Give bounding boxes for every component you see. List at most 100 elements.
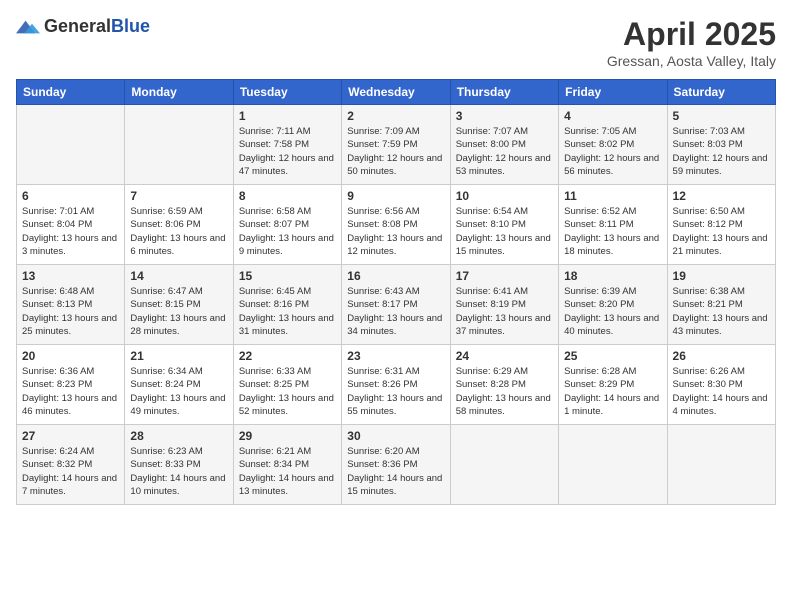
weekday-header: Sunday <box>17 80 125 105</box>
calendar-cell <box>559 425 667 505</box>
day-number: 22 <box>239 349 336 363</box>
calendar-cell: 11 Sunrise: 6:52 AMSunset: 8:11 PMDayligh… <box>559 185 667 265</box>
page-header: GeneralBlue April 2025 Gressan, Aosta Va… <box>16 16 776 69</box>
calendar-cell <box>450 425 558 505</box>
day-number: 13 <box>22 269 119 283</box>
day-number: 17 <box>456 269 553 283</box>
day-info: Sunrise: 6:47 AMSunset: 8:15 PMDaylight:… <box>130 285 227 338</box>
calendar-cell: 3 Sunrise: 7:07 AMSunset: 8:00 PMDaylight… <box>450 105 558 185</box>
calendar-cell: 5 Sunrise: 7:03 AMSunset: 8:03 PMDaylight… <box>667 105 775 185</box>
calendar-cell: 8 Sunrise: 6:58 AMSunset: 8:07 PMDaylight… <box>233 185 341 265</box>
day-info: Sunrise: 6:58 AMSunset: 8:07 PMDaylight:… <box>239 205 336 258</box>
day-number: 28 <box>130 429 227 443</box>
day-number: 8 <box>239 189 336 203</box>
day-number: 2 <box>347 109 444 123</box>
day-number: 19 <box>673 269 770 283</box>
month-title: April 2025 <box>607 16 776 53</box>
calendar-cell <box>17 105 125 185</box>
calendar-week-row: 6 Sunrise: 7:01 AMSunset: 8:04 PMDaylight… <box>17 185 776 265</box>
day-info: Sunrise: 7:03 AMSunset: 8:03 PMDaylight:… <box>673 125 770 178</box>
calendar-cell: 10Sunrise: 6:54 AMSunset: 8:10 PMDayligh… <box>450 185 558 265</box>
day-info: Sunrise: 6:56 AMSunset: 8:08 PMDaylight:… <box>347 205 444 258</box>
calendar-cell: 30 Sunrise: 6:20 AMSunset: 8:36 PMDayligh… <box>342 425 450 505</box>
weekday-header: Monday <box>125 80 233 105</box>
logo-general: General <box>44 16 111 36</box>
location-title: Gressan, Aosta Valley, Italy <box>607 53 776 69</box>
day-info: Sunrise: 6:50 AMSunset: 8:12 PMDaylight:… <box>673 205 770 258</box>
day-info: Sunrise: 7:09 AMSunset: 7:59 PMDaylight:… <box>347 125 444 178</box>
calendar-cell: 17Sunrise: 6:41 AMSunset: 8:19 PMDayligh… <box>450 265 558 345</box>
day-number: 29 <box>239 429 336 443</box>
day-info: Sunrise: 6:39 AMSunset: 8:20 PMDaylight:… <box>564 285 661 338</box>
day-info: Sunrise: 6:38 AMSunset: 8:21 PMDaylight:… <box>673 285 770 338</box>
day-number: 25 <box>564 349 661 363</box>
day-info: Sunrise: 7:01 AMSunset: 8:04 PMDaylight:… <box>22 205 119 258</box>
day-info: Sunrise: 6:31 AMSunset: 8:26 PMDaylight:… <box>347 365 444 418</box>
calendar-cell: 29 Sunrise: 6:21 AMSunset: 8:34 PMDayligh… <box>233 425 341 505</box>
calendar-cell: 2 Sunrise: 7:09 AMSunset: 7:59 PMDaylight… <box>342 105 450 185</box>
weekday-header-row: SundayMondayTuesdayWednesdayThursdayFrid… <box>17 80 776 105</box>
calendar-cell: 26 Sunrise: 6:26 AMSunset: 8:30 PMDayligh… <box>667 345 775 425</box>
calendar-cell: 25 Sunrise: 6:28 AMSunset: 8:29 PMDayligh… <box>559 345 667 425</box>
calendar-cell: 7Sunrise: 6:59 AMSunset: 8:06 PMDaylight… <box>125 185 233 265</box>
day-number: 1 <box>239 109 336 123</box>
day-info: Sunrise: 7:11 AMSunset: 7:58 PMDaylight:… <box>239 125 336 178</box>
day-number: 24 <box>456 349 553 363</box>
calendar-table: SundayMondayTuesdayWednesdayThursdayFrid… <box>16 79 776 505</box>
day-number: 11 <box>564 189 661 203</box>
day-info: Sunrise: 6:21 AMSunset: 8:34 PMDaylight:… <box>239 445 336 498</box>
day-info: Sunrise: 6:26 AMSunset: 8:30 PMDaylight:… <box>673 365 770 418</box>
day-info: Sunrise: 6:34 AMSunset: 8:24 PMDaylight:… <box>130 365 227 418</box>
day-info: Sunrise: 6:20 AMSunset: 8:36 PMDaylight:… <box>347 445 444 498</box>
calendar-week-row: 27 Sunrise: 6:24 AMSunset: 8:32 PMDayligh… <box>17 425 776 505</box>
day-number: 3 <box>456 109 553 123</box>
weekday-header: Thursday <box>450 80 558 105</box>
day-number: 26 <box>673 349 770 363</box>
logo-icon <box>16 17 40 37</box>
day-number: 15 <box>239 269 336 283</box>
calendar-week-row: 1 Sunrise: 7:11 AMSunset: 7:58 PMDaylight… <box>17 105 776 185</box>
calendar-cell: 12 Sunrise: 6:50 AMSunset: 8:12 PMDayligh… <box>667 185 775 265</box>
day-number: 23 <box>347 349 444 363</box>
calendar-cell <box>125 105 233 185</box>
calendar-cell: 22Sunrise: 6:33 AMSunset: 8:25 PMDayligh… <box>233 345 341 425</box>
weekday-header: Friday <box>559 80 667 105</box>
day-info: Sunrise: 6:48 AMSunset: 8:13 PMDaylight:… <box>22 285 119 338</box>
day-number: 27 <box>22 429 119 443</box>
day-info: Sunrise: 7:07 AMSunset: 8:00 PMDaylight:… <box>456 125 553 178</box>
day-info: Sunrise: 6:52 AMSunset: 8:11 PMDaylight:… <box>564 205 661 258</box>
day-info: Sunrise: 6:24 AMSunset: 8:32 PMDaylight:… <box>22 445 119 498</box>
day-number: 6 <box>22 189 119 203</box>
weekday-header: Saturday <box>667 80 775 105</box>
day-number: 12 <box>673 189 770 203</box>
day-info: Sunrise: 6:36 AMSunset: 8:23 PMDaylight:… <box>22 365 119 418</box>
day-number: 21 <box>130 349 227 363</box>
weekday-header: Tuesday <box>233 80 341 105</box>
logo: GeneralBlue <box>16 16 150 37</box>
day-info: Sunrise: 6:54 AMSunset: 8:10 PMDaylight:… <box>456 205 553 258</box>
calendar-cell <box>667 425 775 505</box>
logo-blue: Blue <box>111 16 150 36</box>
calendar-cell: 28Sunrise: 6:23 AMSunset: 8:33 PMDayligh… <box>125 425 233 505</box>
day-number: 18 <box>564 269 661 283</box>
calendar-cell: 16Sunrise: 6:43 AMSunset: 8:17 PMDayligh… <box>342 265 450 345</box>
day-number: 4 <box>564 109 661 123</box>
weekday-header: Wednesday <box>342 80 450 105</box>
calendar-cell: 1 Sunrise: 7:11 AMSunset: 7:58 PMDaylight… <box>233 105 341 185</box>
day-number: 9 <box>347 189 444 203</box>
day-info: Sunrise: 6:45 AMSunset: 8:16 PMDaylight:… <box>239 285 336 338</box>
calendar-cell: 4 Sunrise: 7:05 AMSunset: 8:02 PMDaylight… <box>559 105 667 185</box>
day-number: 30 <box>347 429 444 443</box>
day-info: Sunrise: 7:05 AMSunset: 8:02 PMDaylight:… <box>564 125 661 178</box>
calendar-cell: 15 Sunrise: 6:45 AMSunset: 8:16 PMDayligh… <box>233 265 341 345</box>
calendar-cell: 14Sunrise: 6:47 AMSunset: 8:15 PMDayligh… <box>125 265 233 345</box>
day-info: Sunrise: 6:29 AMSunset: 8:28 PMDaylight:… <box>456 365 553 418</box>
calendar-cell: 19 Sunrise: 6:38 AMSunset: 8:21 PMDayligh… <box>667 265 775 345</box>
logo-text: GeneralBlue <box>44 16 150 37</box>
calendar-week-row: 13 Sunrise: 6:48 AMSunset: 8:13 PMDayligh… <box>17 265 776 345</box>
day-number: 5 <box>673 109 770 123</box>
day-number: 20 <box>22 349 119 363</box>
calendar-cell: 27 Sunrise: 6:24 AMSunset: 8:32 PMDayligh… <box>17 425 125 505</box>
day-info: Sunrise: 6:28 AMSunset: 8:29 PMDaylight:… <box>564 365 661 418</box>
day-number: 16 <box>347 269 444 283</box>
